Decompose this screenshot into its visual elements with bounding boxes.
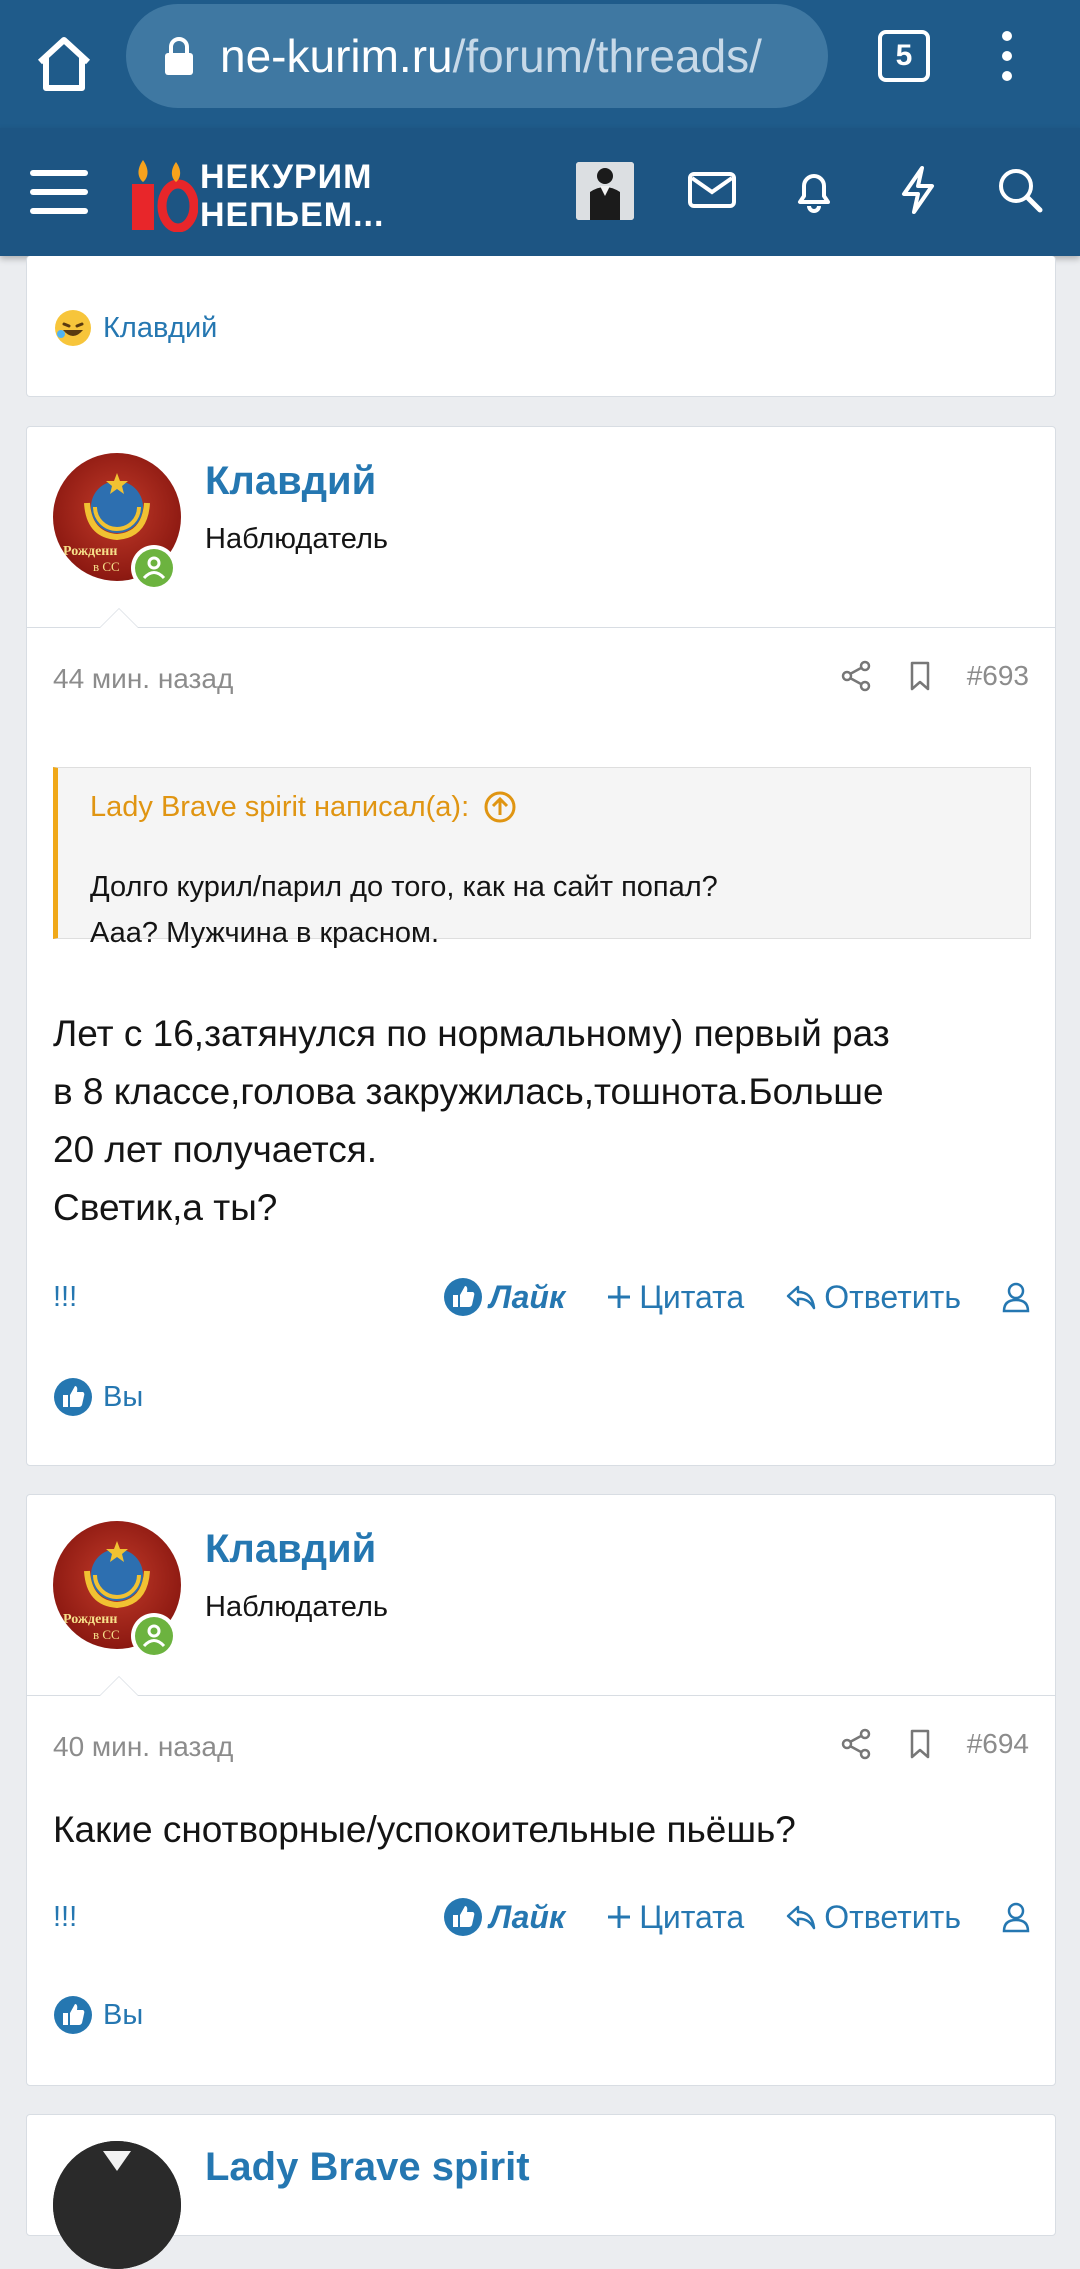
user-arrow xyxy=(99,608,139,628)
browser-toolbar: ne-kurim.ru/forum/threads/ 5 xyxy=(0,0,1080,128)
post-card-previous: Клавдий xyxy=(26,256,1056,397)
quote-block: Lady Brave spirit написал(а): Долго кури… xyxy=(53,767,1031,949)
user-icon xyxy=(1002,1282,1030,1313)
reaction-summary[interactable]: Вы xyxy=(53,1377,143,1417)
home-icon[interactable] xyxy=(30,30,98,98)
username-link[interactable]: Клавдий xyxy=(205,459,376,504)
quote-header[interactable]: Lady Brave spirit написал(а): xyxy=(90,790,517,824)
share-icon[interactable] xyxy=(839,1727,873,1761)
quote-button[interactable]: Цитата xyxy=(605,1279,744,1316)
username-link[interactable]: Клавдий xyxy=(205,1527,376,1572)
address-bar[interactable]: ne-kurim.ru/forum/threads/ xyxy=(126,4,828,108)
user-avatar[interactable]: Рожденн в СС xyxy=(53,453,181,591)
post-body: Лет с 16,затянулся по нормальному) первы… xyxy=(53,1013,890,1228)
user-avatar[interactable] xyxy=(53,2141,181,2269)
user-arrow xyxy=(99,1676,139,1696)
bookmark-icon[interactable] xyxy=(903,659,937,693)
tab-switcher-button[interactable]: 5 xyxy=(878,30,930,82)
reaction-user-name[interactable]: Вы xyxy=(103,1381,143,1414)
user-icon xyxy=(1002,1902,1030,1933)
online-user-icon xyxy=(135,1617,173,1655)
thumbs-up-icon xyxy=(444,1898,483,1936)
user-action-button[interactable] xyxy=(1001,1901,1031,1933)
quote-text: Долго курил/парил до того, как на сайт п… xyxy=(90,871,718,949)
url-text: ne-kurim.ru/forum/threads/ xyxy=(220,30,762,82)
laughing-emoji-icon xyxy=(55,310,91,346)
post-body: Какие снотворные/успокоительные пьёшь? xyxy=(53,1809,796,1850)
account-avatar[interactable] xyxy=(576,162,634,220)
post-card-693: Рожденн в СС Клавдий Наблюдатель 44 мин.… xyxy=(26,426,1056,1466)
like-button[interactable]: Лайк xyxy=(443,1277,565,1317)
user-title: Наблюдатель xyxy=(205,523,388,555)
reaction-user-name[interactable]: Вы xyxy=(103,1999,143,2032)
reply-button[interactable]: Ответить xyxy=(784,1899,961,1936)
user-avatar[interactable]: Рожденн в СС xyxy=(53,1521,181,1659)
reaction-summary[interactable]: Вы xyxy=(53,1995,143,2035)
quote-button[interactable]: Цитата xyxy=(605,1899,744,1936)
arrow-up-circle-icon[interactable] xyxy=(483,790,517,824)
lock-icon xyxy=(165,37,193,75)
site-header: НЕКУРИМ НЕПЬЕМ... xyxy=(0,128,1080,256)
like-button[interactable]: Лайк xyxy=(443,1897,565,1937)
site-logo-text[interactable]: НЕКУРИМ НЕПЬЕМ... xyxy=(200,158,384,234)
post-time[interactable]: 44 мин. назад xyxy=(53,663,233,695)
post-time[interactable]: 40 мин. назад xyxy=(53,1731,233,1763)
post-card-694: Рожденн в СС Клавдий Наблюдатель 40 мин.… xyxy=(26,1494,1056,2086)
inbox-icon[interactable] xyxy=(686,164,738,216)
share-icon[interactable] xyxy=(839,659,873,693)
logo-candle-icon[interactable] xyxy=(128,156,198,232)
svg-text:Рожденн: Рожденн xyxy=(63,1612,117,1627)
thumbs-up-icon xyxy=(444,1278,483,1316)
user-title: Наблюдатель xyxy=(205,1591,388,1623)
menu-icon[interactable] xyxy=(30,168,88,216)
plus-icon xyxy=(608,1286,631,1308)
online-status-badge xyxy=(131,545,177,591)
thumbs-up-icon xyxy=(54,1996,92,2034)
post-meta-actions: #693 xyxy=(839,659,1029,693)
post-number[interactable]: #693 xyxy=(967,660,1029,692)
post-actions-bar: !!! Лайк Цитата Ответить xyxy=(53,1277,1031,1317)
quote-author[interactable]: Lady Brave spirit написал(а): xyxy=(90,791,469,824)
lightning-icon[interactable] xyxy=(892,164,944,216)
user-photo-icon xyxy=(576,162,634,220)
search-icon[interactable] xyxy=(994,164,1046,216)
svg-text:в СС: в СС xyxy=(93,1627,120,1642)
user-action-button[interactable] xyxy=(1001,1281,1031,1313)
username-link[interactable]: Lady Brave spirit xyxy=(205,2145,530,2190)
post-user-block: Рожденн в СС Клавдий Наблюдатель xyxy=(27,427,1055,628)
post-card-next: Lady Brave spirit xyxy=(26,2114,1056,2269)
reaction-summary[interactable]: Клавдий xyxy=(53,308,217,348)
more-options-icon[interactable] xyxy=(990,28,1024,88)
bell-icon[interactable] xyxy=(788,164,840,216)
online-status-badge xyxy=(131,1613,177,1659)
reply-button[interactable]: Ответить xyxy=(784,1279,961,1316)
user-photo-icon xyxy=(53,2141,181,2269)
svg-text:Рожденн: Рожденн xyxy=(63,544,117,559)
bookmark-icon[interactable] xyxy=(903,1727,937,1761)
thumbs-up-icon xyxy=(54,1378,92,1416)
report-link[interactable]: !!! xyxy=(53,1901,77,1934)
report-link[interactable]: !!! xyxy=(53,1281,77,1314)
reply-icon xyxy=(786,1905,816,1930)
reply-icon xyxy=(786,1285,816,1310)
post-number[interactable]: #694 xyxy=(967,1728,1029,1760)
post-user-block: Рожденн в СС Клавдий Наблюдатель xyxy=(27,1495,1055,1696)
post-meta-actions: #694 xyxy=(839,1727,1029,1761)
svg-text:в СС: в СС xyxy=(93,559,120,574)
plus-icon xyxy=(608,1906,631,1928)
reaction-user-name[interactable]: Клавдий xyxy=(103,312,217,345)
online-user-icon xyxy=(135,549,173,587)
post-actions-bar: !!! Лайк Цитата Ответить xyxy=(53,1897,1031,1937)
